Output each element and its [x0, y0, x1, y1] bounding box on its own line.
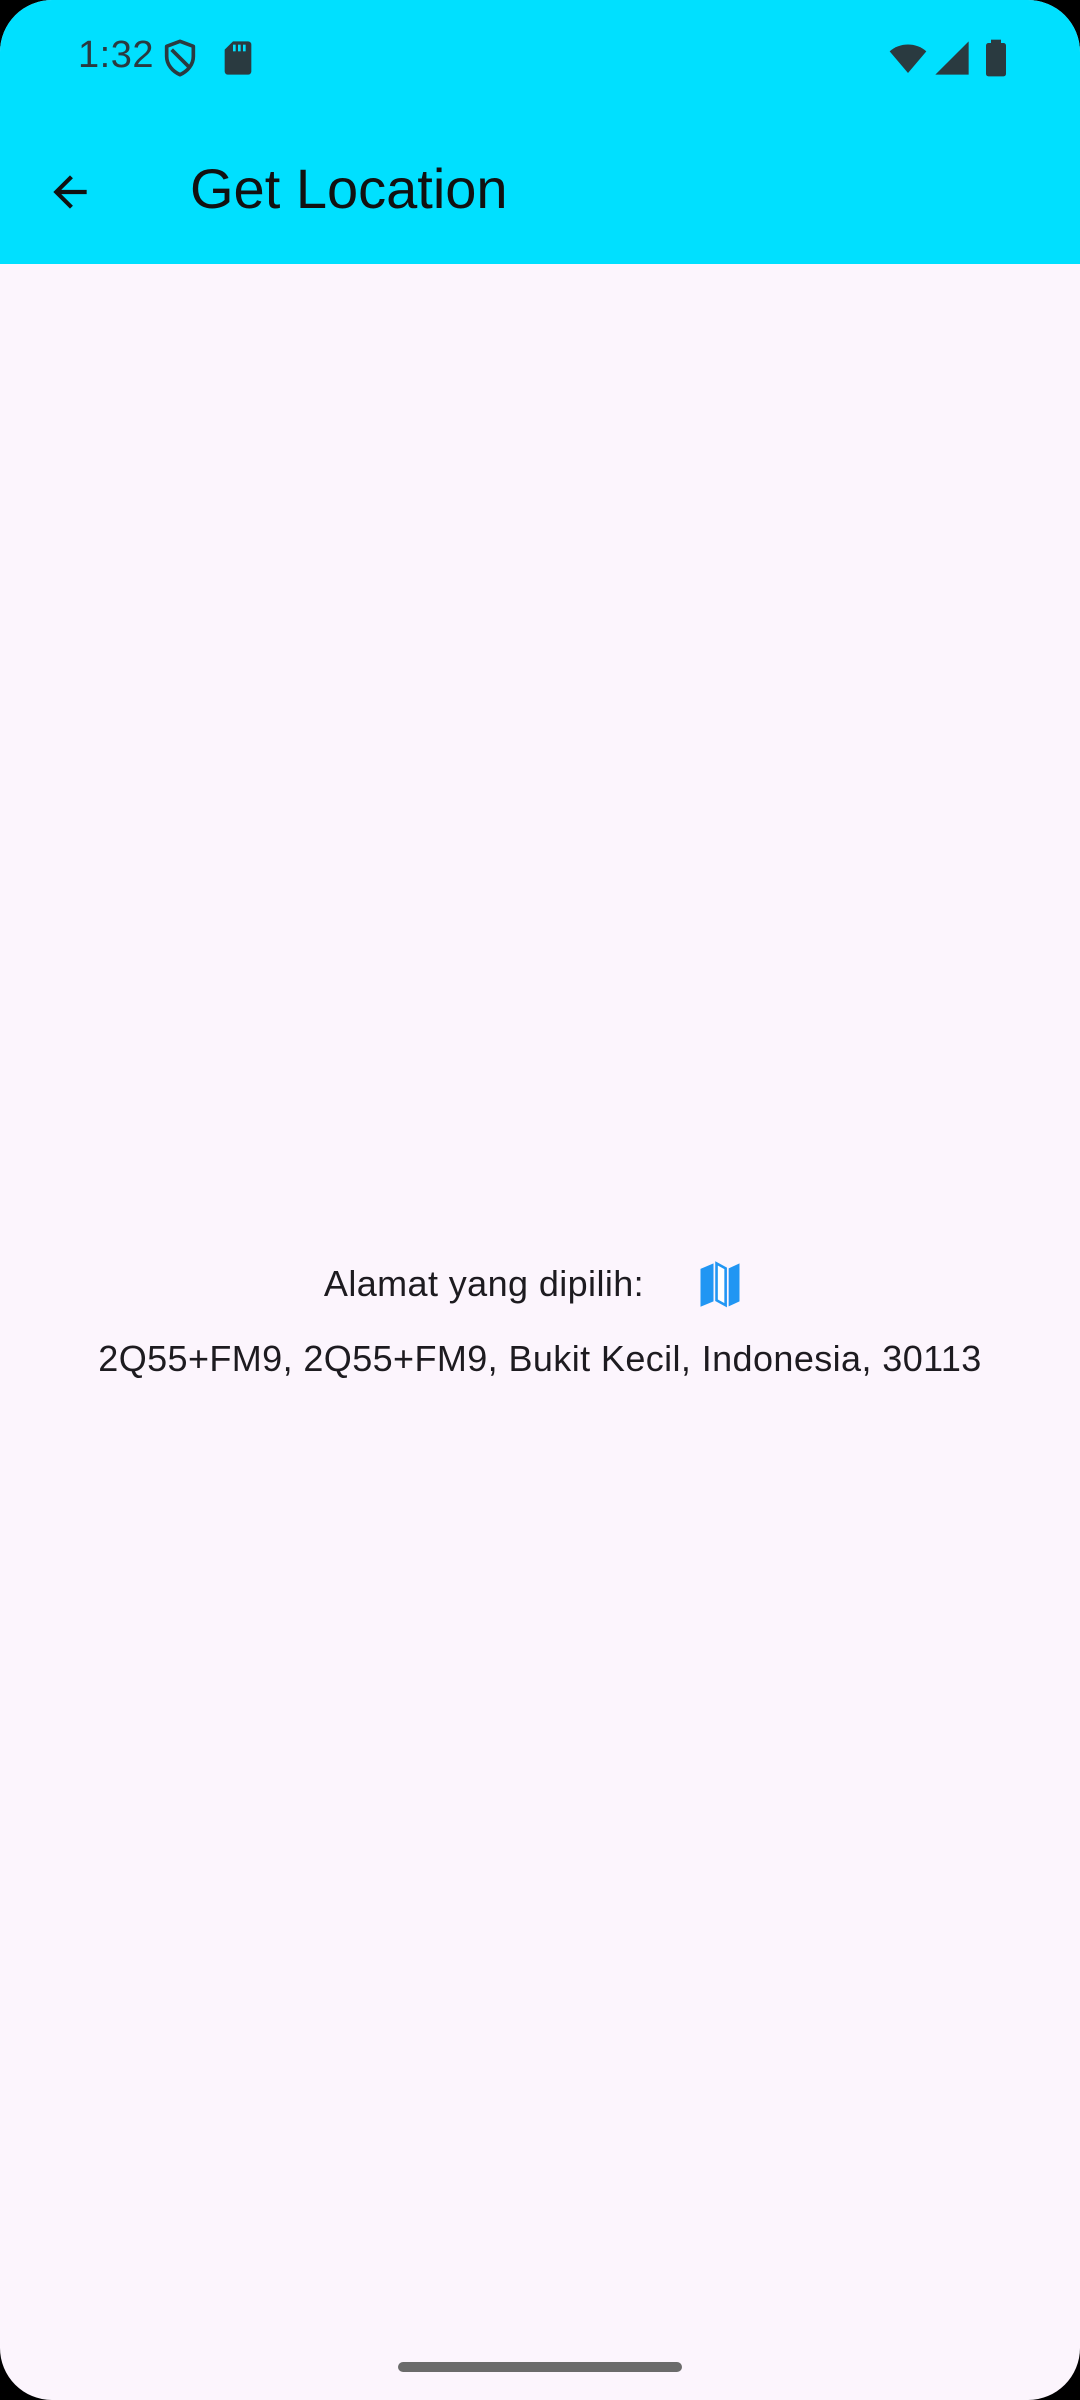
top-app-bar: 1:32 Get Location [0, 0, 1080, 264]
back-button[interactable] [28, 150, 112, 234]
address-label: Alamat yang dipilih: [323, 1263, 645, 1304]
wifi-icon [888, 38, 928, 78]
arrow-back-icon [45, 167, 95, 217]
home-indicator[interactable] [398, 2362, 682, 2372]
selected-address: 2Q55+FM9, 2Q55+FM9, Bukit Kecil, Indones… [98, 1338, 982, 1379]
address-row: Alamat yang dipilih: [0, 1244, 1080, 1324]
map-button[interactable] [684, 1248, 756, 1320]
shield-icon [160, 38, 200, 78]
status-time: 1:32 [78, 34, 154, 76]
app-bar: Get Location [0, 118, 1080, 264]
map-icon [694, 1258, 746, 1310]
battery-icon [976, 38, 1016, 78]
status-bar: 1:32 [0, 0, 1080, 118]
sd-card-icon [218, 38, 258, 78]
page-title: Get Location [190, 157, 508, 220]
main-content: Alamat yang dipilih: 2Q55+FM9, 2Q55+FM9,… [0, 264, 1080, 2400]
screen: 1:32 Get Location Alamat yang dipilih: 2… [0, 0, 1080, 2400]
cell-signal-icon [932, 38, 972, 78]
